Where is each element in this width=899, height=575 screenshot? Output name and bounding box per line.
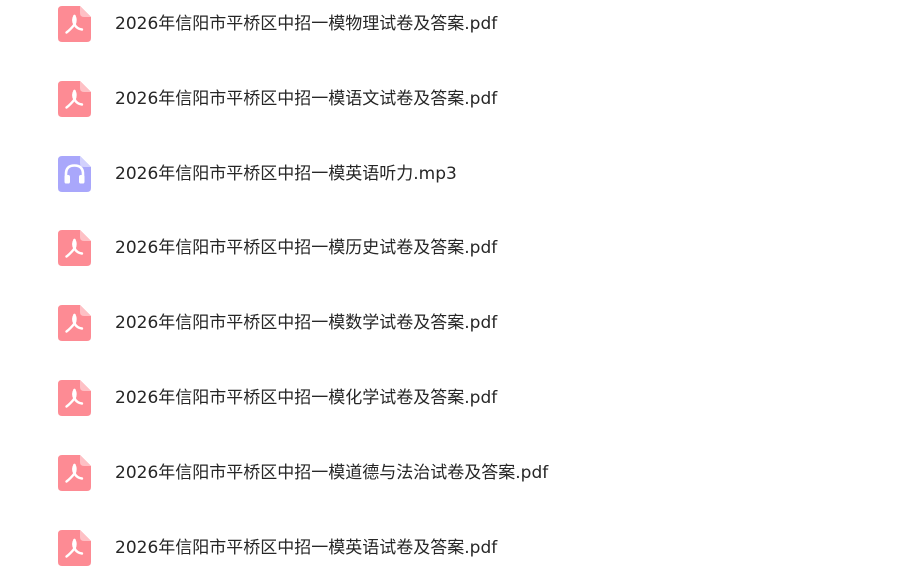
- pdf-icon: [58, 81, 91, 117]
- file-row-physics[interactable]: 2026年信阳市平桥区中招一模物理试卷及答案.pdf: [0, 0, 899, 48]
- pdf-icon: [58, 305, 91, 341]
- file-row-history[interactable]: 2026年信阳市平桥区中招一模历史试卷及答案.pdf: [0, 224, 899, 272]
- headphones-icon: [58, 156, 91, 192]
- file-row-english[interactable]: 2026年信阳市平桥区中招一模英语试卷及答案.pdf: [0, 524, 899, 572]
- pdf-icon: [58, 455, 91, 491]
- file-name: 2026年信阳市平桥区中招一模化学试卷及答案.pdf: [115, 388, 498, 408]
- file-row-english-listening[interactable]: 2026年信阳市平桥区中招一模英语听力.mp3: [0, 150, 899, 198]
- file-name: 2026年信阳市平桥区中招一模英语听力.mp3: [115, 164, 457, 184]
- file-name: 2026年信阳市平桥区中招一模历史试卷及答案.pdf: [115, 238, 498, 258]
- pdf-icon: [58, 530, 91, 566]
- file-name: 2026年信阳市平桥区中招一模物理试卷及答案.pdf: [115, 14, 498, 34]
- pdf-icon: [58, 230, 91, 266]
- file-name: 2026年信阳市平桥区中招一模道德与法治试卷及答案.pdf: [115, 463, 549, 483]
- file-name: 2026年信阳市平桥区中招一模数学试卷及答案.pdf: [115, 313, 498, 333]
- file-row-morality-law[interactable]: 2026年信阳市平桥区中招一模道德与法治试卷及答案.pdf: [0, 449, 899, 497]
- file-row-chemistry[interactable]: 2026年信阳市平桥区中招一模化学试卷及答案.pdf: [0, 374, 899, 422]
- pdf-icon: [58, 380, 91, 416]
- file-row-chinese[interactable]: 2026年信阳市平桥区中招一模语文试卷及答案.pdf: [0, 75, 899, 123]
- file-list: 2026年信阳市平桥区中招一模物理试卷及答案.pdf 2026年信阳市平桥区中招…: [0, 0, 899, 575]
- file-name: 2026年信阳市平桥区中招一模英语试卷及答案.pdf: [115, 538, 498, 558]
- file-row-math[interactable]: 2026年信阳市平桥区中招一模数学试卷及答案.pdf: [0, 299, 899, 347]
- file-name: 2026年信阳市平桥区中招一模语文试卷及答案.pdf: [115, 89, 498, 109]
- pdf-icon: [58, 6, 91, 42]
